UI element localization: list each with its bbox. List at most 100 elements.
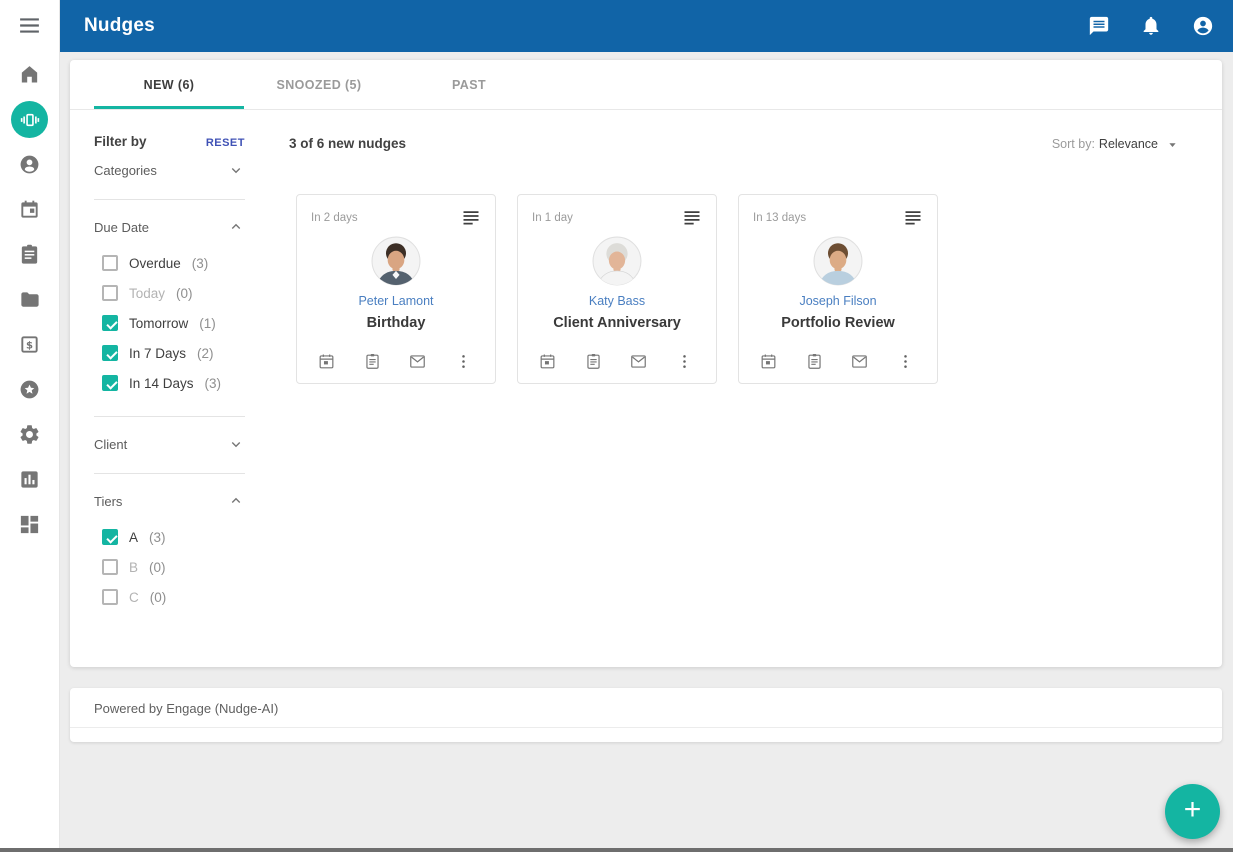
- sidebar-item-calendar[interactable]: [0, 187, 60, 232]
- folder-icon: [18, 288, 41, 311]
- client-name-link[interactable]: Peter Lamont: [311, 294, 481, 308]
- sidebar-item-contacts[interactable]: [0, 142, 60, 187]
- account-circle-icon: [1192, 15, 1214, 37]
- sidebar-item-billing[interactable]: $: [0, 322, 60, 367]
- clipboard-icon[interactable]: [805, 352, 824, 371]
- filter-option-label: In 7 Days: [129, 346, 186, 361]
- chat-bubble-icon: [1088, 15, 1110, 37]
- checkbox[interactable]: [102, 529, 118, 545]
- account-icon[interactable]: [1191, 14, 1215, 38]
- checkbox[interactable]: [102, 285, 118, 301]
- filter-section-tiers[interactable]: Tiers: [94, 480, 245, 522]
- email-icon[interactable]: [408, 352, 427, 371]
- filter-option-label: Today: [129, 286, 165, 301]
- filter-section-client[interactable]: Client: [94, 423, 245, 465]
- email-icon[interactable]: [850, 352, 869, 371]
- sort-control[interactable]: Sort by: Relevance: [1052, 137, 1180, 152]
- clipboard-icon[interactable]: [363, 352, 382, 371]
- star-circle-icon: [18, 378, 41, 401]
- filter-option-tomorrow[interactable]: Tomorrow (1): [94, 308, 245, 338]
- notifications-bell-icon[interactable]: [1139, 14, 1163, 38]
- dropdown-arrow-icon: [1165, 137, 1180, 152]
- filter-option-today[interactable]: Today (0): [94, 278, 245, 308]
- checkbox[interactable]: [102, 315, 118, 331]
- card-actions: [297, 352, 495, 371]
- notes-icon[interactable]: [903, 208, 923, 228]
- sidebar-item-favorites[interactable]: [0, 367, 60, 412]
- filter-option-count: (3): [192, 256, 209, 271]
- more-vert-icon[interactable]: [675, 352, 694, 371]
- filter-section-label: Tiers: [94, 494, 122, 509]
- results-summary: 3 of 6 new nudges: [289, 136, 406, 151]
- filter-option-tier-b[interactable]: B (0): [94, 552, 245, 582]
- person-circle-icon: [18, 153, 41, 176]
- chevron-up-icon: [227, 218, 245, 236]
- notes-icon[interactable]: [461, 208, 481, 228]
- sidebar-item-dashboard[interactable]: [0, 502, 60, 547]
- add-nudge-fab[interactable]: +: [1165, 784, 1220, 839]
- sidebar: $: [0, 0, 60, 852]
- hamburger-icon: [17, 13, 42, 38]
- sort-value: Relevance: [1099, 137, 1158, 151]
- due-label: In 13 days: [753, 208, 806, 224]
- calendar-icon[interactable]: [538, 352, 557, 371]
- checkbox[interactable]: [102, 375, 118, 391]
- nudges-vibration-icon: [11, 101, 48, 138]
- filter-option-label: B: [129, 560, 138, 575]
- checkbox[interactable]: [102, 345, 118, 361]
- filter-option-label: Overdue: [129, 256, 181, 271]
- sidebar-item-tasks[interactable]: [0, 232, 60, 277]
- results-area: 3 of 6 new nudges Sort by: Relevance In …: [245, 110, 1180, 622]
- more-vert-icon[interactable]: [896, 352, 915, 371]
- lines-icon: [903, 208, 923, 228]
- clipboard-icon[interactable]: [584, 352, 603, 371]
- chevron-down-icon: [227, 435, 245, 453]
- client-name-link[interactable]: Joseph Filson: [753, 294, 923, 308]
- avatar[interactable]: [813, 236, 863, 286]
- more-vert-icon[interactable]: [454, 352, 473, 371]
- menu-icon[interactable]: [0, 12, 60, 38]
- divider: [94, 473, 245, 474]
- email-icon[interactable]: [629, 352, 648, 371]
- bell-icon: [1140, 15, 1162, 37]
- client-name-link[interactable]: Katy Bass: [532, 294, 702, 308]
- page-title: Nudges: [84, 15, 155, 37]
- notes-icon[interactable]: [682, 208, 702, 228]
- tab-past[interactable]: PAST: [394, 60, 544, 109]
- home-icon: [18, 63, 41, 86]
- filter-section-categories[interactable]: Categories: [94, 149, 245, 191]
- filter-option-tier-c[interactable]: C (0): [94, 582, 245, 612]
- calendar-icon[interactable]: [317, 352, 336, 371]
- filter-section-due-date[interactable]: Due Date: [94, 206, 245, 248]
- nudge-card: In 1 day: [517, 194, 717, 384]
- filter-option-in-7-days[interactable]: In 7 Days (2): [94, 338, 245, 368]
- gear-icon: [18, 423, 41, 446]
- sidebar-item-home[interactable]: [0, 52, 60, 97]
- tab-snoozed[interactable]: SNOOZED (5): [244, 60, 394, 109]
- sidebar-item-documents[interactable]: [0, 277, 60, 322]
- calendar-icon[interactable]: [759, 352, 778, 371]
- checkbox[interactable]: [102, 589, 118, 605]
- filter-option-count: (0): [149, 560, 166, 575]
- sidebar-item-reports[interactable]: [0, 457, 60, 502]
- card-actions: [739, 352, 937, 371]
- footer-bar: Powered by Engage (Nudge-AI): [70, 688, 1222, 742]
- avatar[interactable]: [592, 236, 642, 286]
- sidebar-item-settings[interactable]: [0, 412, 60, 457]
- avatar[interactable]: [371, 236, 421, 286]
- filter-option-count: (0): [176, 286, 193, 301]
- filter-option-count: (1): [199, 316, 216, 331]
- reset-button[interactable]: RESET: [206, 137, 245, 149]
- checkbox[interactable]: [102, 255, 118, 271]
- filter-option-in-14-days[interactable]: In 14 Days (3): [94, 368, 245, 398]
- filter-option-label: In 14 Days: [129, 376, 194, 391]
- filter-option-overdue[interactable]: Overdue (3): [94, 248, 245, 278]
- powered-by-text: Powered by Engage (Nudge-AI): [70, 688, 1222, 727]
- filter-option-tier-a[interactable]: A (3): [94, 522, 245, 552]
- checkbox[interactable]: [102, 559, 118, 575]
- tab-label: PAST: [452, 78, 486, 92]
- tab-new[interactable]: NEW (6): [94, 60, 244, 109]
- plus-icon: +: [1184, 795, 1202, 825]
- sidebar-item-nudges[interactable]: [0, 97, 60, 142]
- chat-icon[interactable]: [1087, 14, 1111, 38]
